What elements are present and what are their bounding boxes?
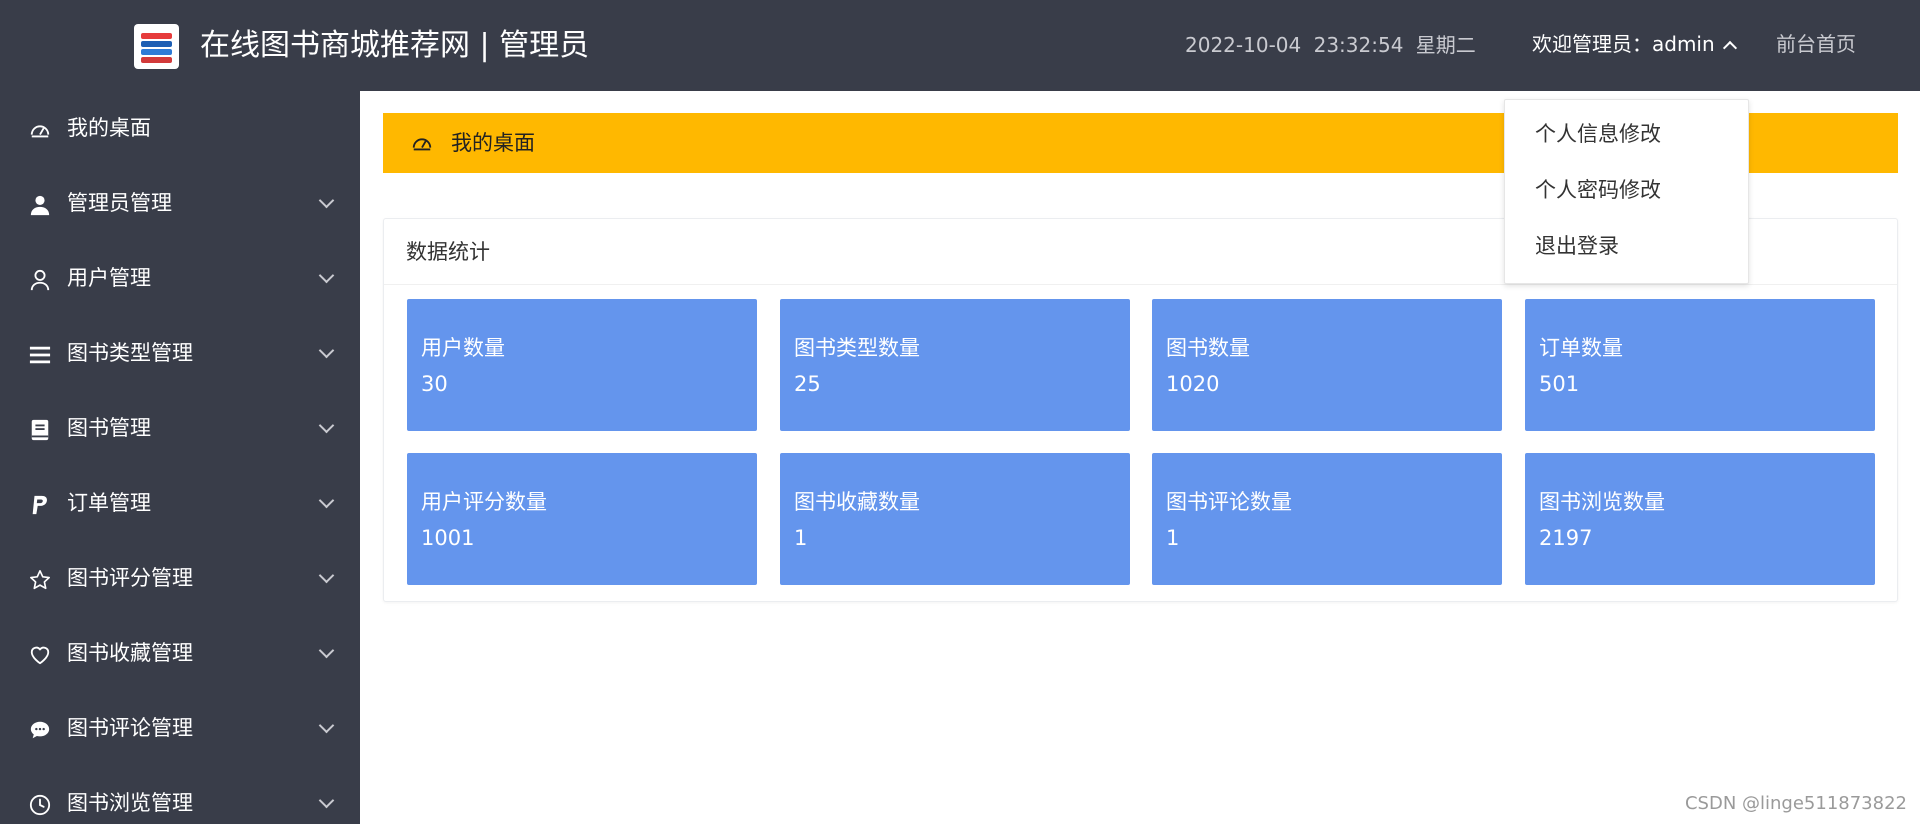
user-solid-icon xyxy=(30,195,50,216)
sidebar: 我的桌面 管理员管理 用户管理 图书类型管理 图书管理 订单管理 图书评分管理 … xyxy=(0,91,360,824)
sidebar-item-favorite-management[interactable]: 图书收藏管理 xyxy=(0,616,360,691)
stat-title: 图书类型数量 xyxy=(794,336,920,360)
sidebar-item-user-management[interactable]: 用户管理 xyxy=(0,241,360,316)
stat-value: 25 xyxy=(794,372,821,396)
top-header: 在线图书商城推荐网 | 管理员 2022-10-04 23:32:54 星期二 … xyxy=(0,0,1920,91)
stat-title: 图书收藏数量 xyxy=(794,490,920,514)
stat-title: 图书评论数量 xyxy=(1166,490,1292,514)
stat-title: 图书数量 xyxy=(1166,336,1250,360)
book-icon xyxy=(31,419,49,441)
chevron-down-icon xyxy=(318,717,335,734)
stat-card-books: 图书数量 1020 xyxy=(1152,299,1502,431)
star-icon xyxy=(30,570,50,590)
dashboard-icon xyxy=(412,138,432,151)
stat-value: 1001 xyxy=(421,526,475,550)
panel-title: 数据统计 xyxy=(406,240,490,264)
admin-menu-toggle[interactable]: 欢迎管理员：admin xyxy=(1532,30,1737,58)
menu-item-label: 个人密码修改 xyxy=(1535,178,1661,202)
sidebar-item-book-management[interactable]: 图书管理 xyxy=(0,391,360,466)
sidebar-item-label: 用户管理 xyxy=(67,266,151,290)
stat-title: 图书浏览数量 xyxy=(1539,490,1665,514)
welcome-label: 欢迎管理员：admin xyxy=(1532,32,1715,56)
menu-item-label: 个人信息修改 xyxy=(1535,122,1661,146)
sidebar-item-admin-management[interactable]: 管理员管理 xyxy=(0,166,360,241)
chevron-down-icon xyxy=(318,567,335,584)
breadcrumb-label: 我的桌面 xyxy=(451,131,535,155)
sidebar-item-label: 订单管理 xyxy=(67,491,151,515)
sidebar-item-label: 图书浏览管理 xyxy=(67,791,193,815)
admin-dropdown-menu: 个人信息修改 个人密码修改 退出登录 xyxy=(1504,99,1749,284)
books-logo-icon xyxy=(134,24,179,69)
stat-title: 用户数量 xyxy=(421,336,505,360)
sidebar-item-browse-management[interactable]: 图书浏览管理 xyxy=(0,766,360,824)
sidebar-item-order-management[interactable]: 订单管理 xyxy=(0,466,360,541)
chevron-down-icon xyxy=(318,342,335,359)
site-title: 在线图书商城推荐网 | 管理员 xyxy=(200,28,590,63)
user-outline-icon xyxy=(30,269,50,291)
stat-value: 2197 xyxy=(1539,526,1593,550)
dashboard-icon xyxy=(30,125,50,138)
chevron-down-icon xyxy=(318,267,335,284)
stat-value: 1 xyxy=(794,526,808,550)
chevron-down-icon xyxy=(318,417,335,434)
comment-icon xyxy=(30,721,50,739)
sidebar-item-rating-management[interactable]: 图书评分管理 xyxy=(0,541,360,616)
datetime-display: 2022-10-04 23:32:54 星期二 xyxy=(1185,33,1476,57)
clock-icon xyxy=(29,794,51,816)
sidebar-item-book-type-management[interactable]: 图书类型管理 xyxy=(0,316,360,391)
sidebar-item-label: 图书管理 xyxy=(67,416,151,440)
stat-title: 订单数量 xyxy=(1539,336,1623,360)
menu-item-logout[interactable]: 退出登录 xyxy=(1505,218,1748,274)
menu-item-edit-profile[interactable]: 个人信息修改 xyxy=(1505,106,1748,162)
stat-card-views: 图书浏览数量 2197 xyxy=(1525,453,1875,585)
menu-item-change-password[interactable]: 个人密码修改 xyxy=(1505,162,1748,218)
chevron-up-icon xyxy=(1722,40,1737,56)
stat-value: 30 xyxy=(421,372,448,396)
paypal-icon xyxy=(32,495,47,515)
chevron-down-icon xyxy=(318,642,335,659)
watermark: CSDN @linge511873822 xyxy=(1684,793,1907,814)
menu-item-label: 退出登录 xyxy=(1535,234,1619,258)
chevron-down-icon xyxy=(318,492,335,509)
stat-value: 1020 xyxy=(1166,372,1220,396)
stat-card-favorites: 图书收藏数量 1 xyxy=(780,453,1130,585)
stat-card-ratings: 用户评分数量 1001 xyxy=(407,453,757,585)
sidebar-item-label: 图书收藏管理 xyxy=(67,641,193,665)
sidebar-item-label: 管理员管理 xyxy=(67,191,172,215)
stat-card-users: 用户数量 30 xyxy=(407,299,757,431)
sidebar-item-label: 图书评分管理 xyxy=(67,566,193,590)
list-icon xyxy=(29,346,51,364)
front-home-link[interactable]: 前台首页 xyxy=(1776,30,1856,58)
stat-card-book-types: 图书类型数量 25 xyxy=(780,299,1130,431)
stat-card-orders: 订单数量 501 xyxy=(1525,299,1875,431)
stat-title: 用户评分数量 xyxy=(421,490,547,514)
chevron-down-icon xyxy=(318,192,335,209)
sidebar-item-dashboard[interactable]: 我的桌面 xyxy=(0,91,360,166)
heart-icon xyxy=(30,646,50,665)
sidebar-item-comment-management[interactable]: 图书评论管理 xyxy=(0,691,360,766)
chevron-down-icon xyxy=(318,792,335,809)
sidebar-item-label: 图书评论管理 xyxy=(67,716,193,740)
sidebar-item-label: 图书类型管理 xyxy=(67,341,193,365)
stat-value: 1 xyxy=(1166,526,1180,550)
stat-value: 501 xyxy=(1539,372,1580,396)
sidebar-item-label: 我的桌面 xyxy=(67,116,151,140)
stat-card-comments: 图书评论数量 1 xyxy=(1152,453,1502,585)
